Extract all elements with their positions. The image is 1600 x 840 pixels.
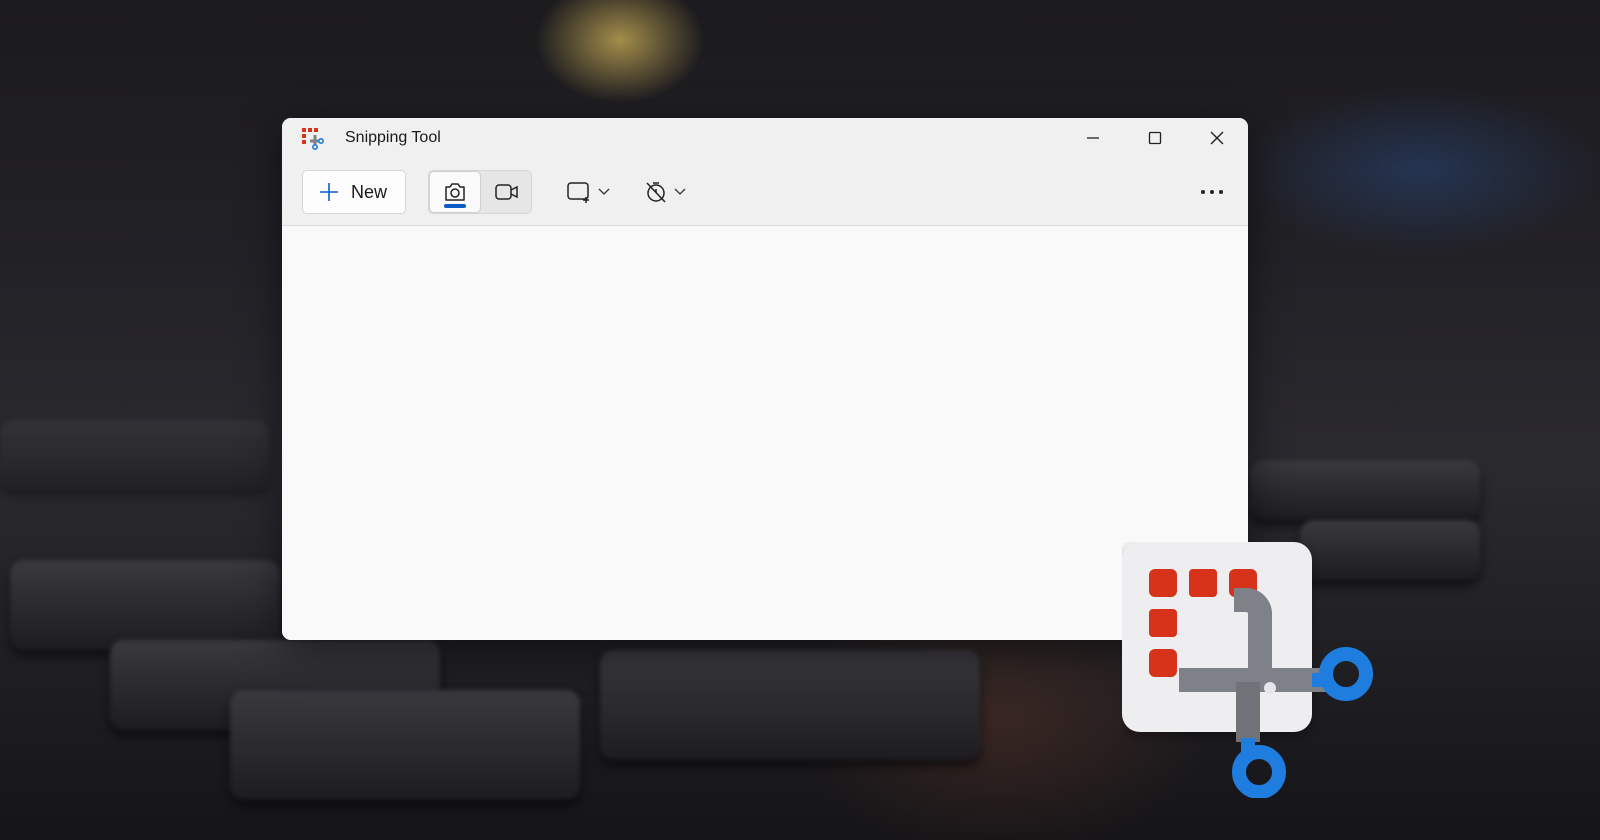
- snip-shape-dropdown[interactable]: [566, 170, 610, 214]
- toolbar: New: [282, 158, 1248, 226]
- screenshot-mode-button[interactable]: [429, 171, 481, 213]
- chevron-down-icon: [598, 188, 610, 195]
- maximize-icon: [1148, 131, 1162, 145]
- camera-icon: [445, 183, 465, 201]
- snipping-tool-window: Snipping Tool New: [282, 118, 1248, 640]
- active-indicator: [444, 204, 466, 208]
- maximize-button[interactable]: [1124, 118, 1186, 158]
- plus-icon: [320, 183, 338, 201]
- new-snip-button[interactable]: New: [302, 170, 406, 214]
- delay-timer-dropdown[interactable]: [644, 170, 686, 214]
- see-more-button[interactable]: [1192, 170, 1232, 214]
- minimize-icon: [1087, 137, 1099, 139]
- minimize-button[interactable]: [1062, 118, 1124, 158]
- video-camera-icon: [495, 184, 518, 200]
- video-mode-button[interactable]: [481, 171, 533, 213]
- rectangle-snip-icon: [567, 182, 589, 203]
- close-icon: [1210, 131, 1224, 145]
- keyboard-key: [0, 420, 270, 490]
- snipping-tool-app-icon: [302, 128, 324, 150]
- close-button[interactable]: [1186, 118, 1248, 158]
- keyboard-key: [600, 650, 980, 760]
- no-timer-icon: [646, 182, 666, 203]
- chevron-down-icon: [674, 188, 686, 195]
- title-bar: Snipping Tool: [282, 118, 1248, 158]
- snipping-tool-logo: [1122, 542, 1373, 798]
- more-options-icon: [1201, 190, 1223, 194]
- keyboard-key: [10, 560, 280, 650]
- keyboard-key: [1250, 460, 1480, 520]
- window-title: Snipping Tool: [345, 129, 441, 146]
- new-button-label: New: [351, 181, 388, 202]
- keyboard-key: [230, 690, 580, 800]
- snip-canvas-area: [282, 226, 1248, 640]
- capture-mode-toggle: [428, 170, 532, 214]
